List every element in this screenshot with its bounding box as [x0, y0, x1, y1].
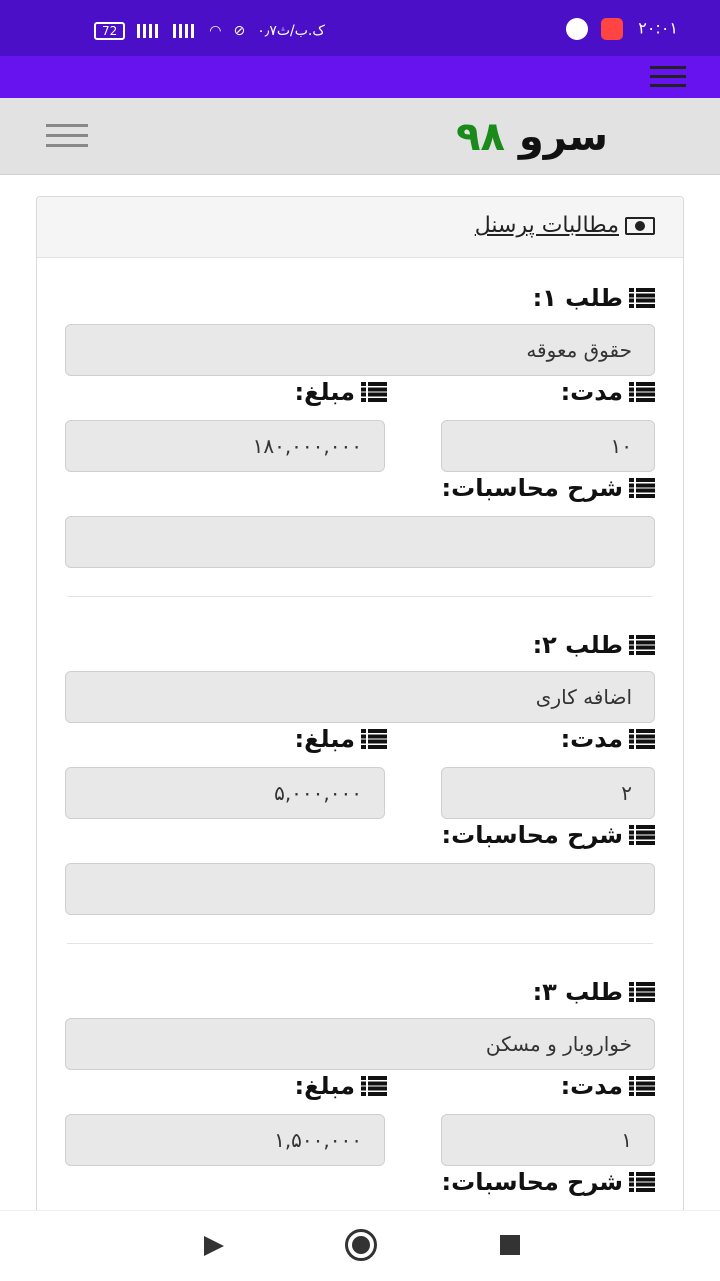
- top-menu-icon[interactable]: [650, 66, 686, 88]
- signal-icon-2: [173, 24, 198, 38]
- status-time-area: ۲۰:۰۱: [566, 18, 678, 40]
- menu-icon[interactable]: [46, 124, 88, 148]
- calc-desc-field[interactable]: [65, 863, 655, 915]
- network-speed: ۰٫۷ک.ب/ث: [257, 23, 325, 39]
- back-icon[interactable]: [204, 1236, 224, 1256]
- list-icon: [629, 982, 655, 1002]
- list-icon: [629, 635, 655, 655]
- panel-title-text: مطالبات پرسنل: [474, 213, 619, 238]
- duration-field[interactable]: ۱: [441, 1114, 655, 1166]
- list-icon: [629, 729, 655, 749]
- money-icon: [625, 216, 655, 235]
- amount-label: مبلغ:: [295, 378, 387, 406]
- duration-field[interactable]: ۱۰: [441, 420, 655, 472]
- top-menu-bar: [0, 56, 720, 98]
- list-icon: [361, 1076, 387, 1096]
- battery-indicator: 72: [94, 22, 126, 40]
- app-header: سرو ۹۸: [0, 98, 720, 175]
- panel-title: مطالبات پرسنل: [475, 213, 655, 238]
- duration-field[interactable]: ۲: [441, 767, 655, 819]
- duration-label: مدت:: [561, 1072, 655, 1100]
- status-bar: 72 ◠ ⊘ ۰٫۷ک.ب/ث ۲۰:۰۱: [0, 0, 720, 56]
- request-section-3: طلب ۳: خواروبار و مسکن مدت: مبلغ: ۱ ۱,۵۰…: [37, 952, 683, 1237]
- request-label: طلب ۳:: [533, 978, 655, 1006]
- signal-icon: [137, 24, 162, 38]
- wifi-icon: ◠: [209, 23, 222, 39]
- calc-desc-field[interactable]: [65, 516, 655, 568]
- request-title-field[interactable]: حقوق معوقه: [65, 324, 655, 376]
- request-section-1: طلب ۱: حقوق معوقه مدت: مبلغ: ۱۰ ۱۸۰,۰۰۰,…: [37, 258, 683, 605]
- bell-off-icon: ⊘: [233, 23, 246, 39]
- logo-word: سرو: [518, 114, 608, 160]
- panel-header: مطالبات پرسنل: [37, 197, 683, 258]
- request-section-2: طلب ۲: اضافه کاری مدت: مبلغ: ۲ ۵,۰۰۰,۰۰۰…: [37, 605, 683, 952]
- app-logo: سرو ۹۸: [456, 114, 608, 160]
- list-icon: [629, 1076, 655, 1096]
- logo-number: ۹۸: [456, 114, 505, 160]
- request-title-field[interactable]: اضافه کاری: [65, 671, 655, 723]
- amount-field[interactable]: ۱۸۰,۰۰۰,۰۰۰: [65, 420, 385, 472]
- list-icon: [629, 478, 655, 498]
- clock: ۲۰:۰۱: [638, 18, 678, 38]
- divider: [67, 596, 653, 597]
- status-left-icons: 72 ◠ ⊘ ۰٫۷ک.ب/ث: [94, 22, 325, 40]
- calc-desc-label: شرح محاسبات:: [442, 1168, 655, 1196]
- request-title-field[interactable]: خواروبار و مسکن: [65, 1018, 655, 1070]
- list-icon: [361, 382, 387, 402]
- amount-label: مبلغ:: [295, 725, 387, 753]
- amount-field[interactable]: ۱,۵۰۰,۰۰۰: [65, 1114, 385, 1166]
- recent-apps-icon[interactable]: [500, 1235, 520, 1255]
- list-icon: [361, 729, 387, 749]
- amount-field[interactable]: ۵,۰۰۰,۰۰۰: [65, 767, 385, 819]
- calc-desc-label: شرح محاسبات:: [442, 474, 655, 502]
- request-label: طلب ۱:: [533, 284, 655, 312]
- list-icon: [629, 825, 655, 845]
- duration-label: مدت:: [561, 378, 655, 406]
- app-notification-icon: [566, 18, 589, 40]
- divider: [67, 943, 653, 944]
- duration-label: مدت:: [561, 725, 655, 753]
- list-icon: [629, 1172, 655, 1192]
- request-label: طلب ۲:: [533, 631, 655, 659]
- list-icon: [629, 288, 655, 308]
- app-notification-icon-2: [601, 18, 624, 40]
- amount-label: مبلغ:: [295, 1072, 387, 1100]
- claims-panel: مطالبات پرسنل طلب ۱: حقوق معوقه مدت: مبل…: [36, 196, 684, 1238]
- home-icon[interactable]: [345, 1229, 377, 1261]
- list-icon: [629, 382, 655, 402]
- calc-desc-label: شرح محاسبات:: [442, 821, 655, 849]
